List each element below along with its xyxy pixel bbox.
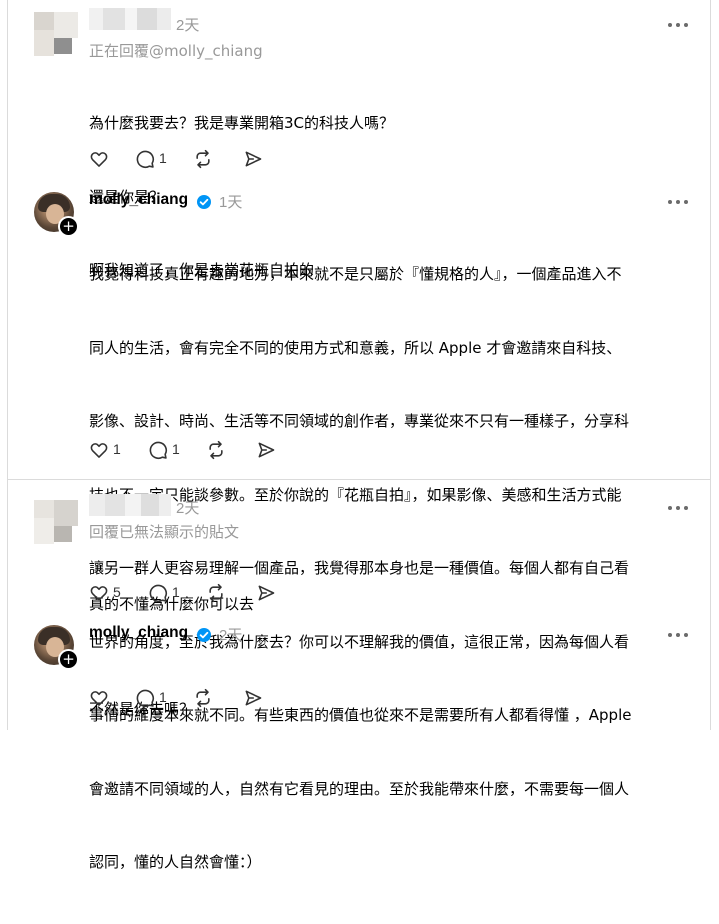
post-text-line: 我覺得科技真正有趣的地方，本來就不是只屬於『懂規格的人』，一個產品進入不 xyxy=(89,265,622,283)
share-icon xyxy=(258,442,275,458)
avatar[interactable] xyxy=(34,12,78,56)
share-icon xyxy=(258,585,275,601)
post-text-line: 為什麼我要去？我是專業開箱3C的科技人嗎？ xyxy=(89,114,395,132)
post-username[interactable]: molly_chiang xyxy=(89,191,188,209)
share-icon xyxy=(245,151,262,167)
reply-count: 1 xyxy=(172,584,180,600)
heart-icon xyxy=(90,152,108,167)
comment-icon xyxy=(136,689,155,708)
comment-icon xyxy=(149,584,168,603)
like-count: 5 xyxy=(113,584,121,600)
repost-icon xyxy=(196,149,210,169)
post-text: 不然是你去嗎？ xyxy=(89,648,194,771)
username-blurred[interactable] xyxy=(89,494,171,516)
avatar[interactable] xyxy=(34,500,78,544)
post-text-line: 會邀請不同領域的人，自然有它看見的理由。至於我能帶來什麼，不需要每一個人 xyxy=(89,779,630,798)
more-icon[interactable] xyxy=(668,632,688,638)
post-time[interactable]: 1天 xyxy=(219,191,242,212)
plus-icon[interactable]: + xyxy=(58,216,79,237)
post-text-line: 同人的生活，會有完全不同的使用方式和意義，所以 Apple 才會邀請來自科技、 xyxy=(89,338,622,357)
post-text-line: 影像、設計、時尚、生活等不同領域的創作者，專業從來不只有一種樣子，分享科 xyxy=(89,412,630,430)
share-icon xyxy=(245,690,262,706)
reply-count: 1 xyxy=(159,150,167,166)
verified-badge-icon xyxy=(197,628,211,642)
replying-to-label[interactable]: 正在回覆@molly_chiang xyxy=(89,40,263,61)
reply-count: 1 xyxy=(159,689,167,705)
post-username[interactable]: molly_chiang xyxy=(89,624,188,642)
repost-icon xyxy=(209,583,223,603)
post-time[interactable]: 2天 xyxy=(176,14,199,35)
post-time[interactable]: 2天 xyxy=(176,497,199,518)
heart-icon xyxy=(90,443,108,458)
repost-icon xyxy=(209,440,223,460)
like-count: 1 xyxy=(113,441,121,457)
verified-badge-icon xyxy=(197,195,211,209)
heart-icon xyxy=(90,586,108,601)
post-time[interactable]: 2天 xyxy=(219,624,242,645)
reply-count: 1 xyxy=(172,441,180,457)
more-icon[interactable] xyxy=(668,505,688,511)
post-text-line: 認同，懂的人自然會懂：） xyxy=(89,853,262,871)
repost-icon xyxy=(196,688,210,708)
comment-icon xyxy=(136,150,155,169)
more-icon[interactable] xyxy=(668,199,688,205)
comment-icon xyxy=(149,441,168,460)
heart-icon xyxy=(90,691,108,706)
replying-to-label[interactable]: 回覆已無法顯示的貼文 xyxy=(89,521,239,542)
username-blurred[interactable] xyxy=(89,8,171,30)
more-icon[interactable] xyxy=(668,22,688,28)
plus-icon[interactable]: + xyxy=(58,649,79,670)
